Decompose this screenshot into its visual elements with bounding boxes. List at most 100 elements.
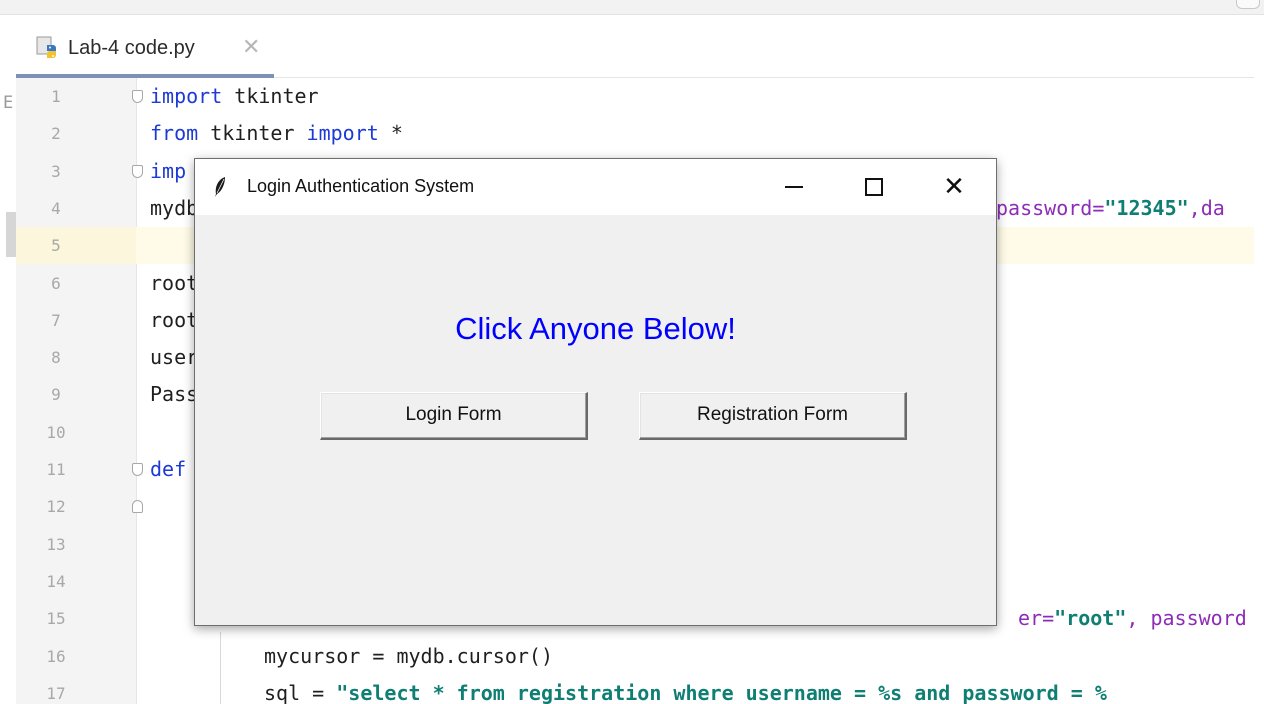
tab-close-icon[interactable]: ✕ (242, 35, 260, 60)
code-line[interactable]: 17 sql = "select * from registration wher… (16, 675, 1254, 704)
code-token: mycursor = mydb.cursor() (264, 643, 553, 668)
code-token: Pass (150, 382, 199, 407)
line-number: 8 (51, 348, 61, 368)
login-authentication-window: Login Authentication System ✕ Click Anyo… (194, 158, 997, 626)
line-number-background (16, 675, 136, 704)
code-text: mycursor = mydb.cursor() (264, 638, 553, 675)
maximize-icon (865, 178, 883, 196)
line-number-background (16, 153, 136, 190)
registration-form-button[interactable]: Registration Form (639, 392, 907, 440)
line-number-background (16, 563, 136, 600)
code-line[interactable]: 16 mycursor = mydb.cursor() (16, 638, 1254, 675)
code-token: import (306, 121, 379, 146)
line-number: 5 (51, 236, 61, 256)
code-token: sql = (264, 680, 337, 704)
line-number: 13 (46, 534, 66, 554)
code-token: root (150, 307, 199, 332)
editor-tab-bar: Lab-4 code.py ✕ (16, 22, 1254, 78)
code-text: user (150, 339, 198, 376)
code-token: from (150, 121, 199, 146)
code-token: def (150, 457, 187, 481)
code-text: imp (150, 153, 186, 190)
line-number-background (16, 638, 136, 675)
code-text: Pass (150, 376, 198, 413)
code-text-right: er="root", password (1018, 600, 1247, 637)
fold-marker-icon[interactable] (132, 500, 143, 514)
line-number: 12 (46, 497, 66, 517)
line-number-background (16, 339, 136, 376)
line-number: 7 (51, 310, 61, 330)
code-text-right: password="12345",da (996, 190, 1225, 227)
line-number: 14 (46, 571, 66, 591)
code-text: sql = "select * from registration where … (264, 675, 1107, 704)
line-number-background (16, 451, 136, 488)
code-text: root (150, 302, 198, 339)
code-text: def (150, 451, 186, 488)
line-number: 6 (51, 273, 61, 293)
close-icon: ✕ (943, 172, 965, 202)
indent-guide (220, 632, 221, 704)
code-token: , password (1126, 606, 1247, 631)
code-token: mydb (150, 195, 199, 220)
code-token: user (150, 345, 199, 370)
code-token: root (150, 270, 199, 295)
fold-marker-icon[interactable] (132, 164, 143, 178)
code-token: tkinter (222, 84, 319, 108)
tab-label: Lab-4 code.py (68, 37, 195, 59)
line-number-background (16, 600, 136, 637)
line-number: 16 (46, 646, 66, 666)
line-number: 11 (46, 460, 66, 479)
line-number-background (16, 265, 136, 302)
line-number: 15 (46, 609, 66, 629)
line-number: 17 (46, 683, 66, 703)
line-number-background (16, 190, 136, 227)
line-number-background (16, 526, 136, 563)
code-token: tkinter (198, 121, 307, 146)
line-number-background (16, 414, 136, 451)
close-button[interactable]: ✕ (911, 159, 997, 215)
line-number: 2 (51, 124, 61, 144)
line-number-background (16, 488, 136, 525)
line-number-background (16, 376, 136, 413)
corner-scroll-indicator (1236, 0, 1260, 9)
python-file-icon (36, 36, 56, 58)
minimize-icon (785, 186, 803, 188)
code-text: import tkinter (150, 78, 319, 115)
screen: E Lab-4 code.py ✕ 1 import tkinter 2 from t… (0, 0, 1264, 704)
line-number-background (16, 302, 136, 339)
code-token: "root" (1054, 606, 1127, 631)
code-token: ,da (1188, 195, 1225, 220)
code-token: password= (996, 195, 1105, 220)
line-number: 3 (51, 161, 61, 181)
line-number: 1 (51, 87, 61, 106)
code-text: from tkinter import * (150, 115, 403, 152)
tk-feather-icon (215, 177, 225, 197)
line-number: 9 (51, 385, 61, 405)
line-number-background (16, 78, 136, 115)
code-text: root (150, 265, 198, 302)
minimize-button[interactable] (751, 159, 837, 215)
line-number: 10 (46, 422, 66, 442)
code-line[interactable]: 1 import tkinter (16, 78, 1254, 115)
code-token: er= (1018, 606, 1055, 631)
code-token: "12345" (1104, 195, 1189, 220)
code-text: mydb (150, 190, 198, 227)
line-number-background (16, 227, 136, 265)
fold-marker-icon[interactable] (132, 463, 143, 476)
code-token: "select * from registration where userna… (336, 680, 1107, 704)
maximize-button[interactable] (831, 159, 917, 215)
line-number: 4 (51, 198, 61, 218)
code-token: imp (150, 158, 187, 183)
code-token: * (378, 121, 403, 146)
line-number-background (16, 115, 136, 152)
code-token: import (150, 84, 223, 108)
window-title-bar[interactable]: Login Authentication System ✕ (195, 159, 996, 215)
window-top-strip (0, 0, 1264, 15)
fold-marker-icon[interactable] (132, 90, 143, 103)
tab-lab4-code[interactable]: Lab-4 code.py ✕ (16, 22, 274, 78)
login-form-button[interactable]: Login Form (320, 392, 588, 440)
left-panel-glyph: E (3, 93, 14, 113)
scroll-marker (6, 212, 16, 257)
window-title: Login Authentication System (247, 176, 475, 196)
code-line[interactable]: 2 from tkinter import * (16, 115, 1254, 152)
